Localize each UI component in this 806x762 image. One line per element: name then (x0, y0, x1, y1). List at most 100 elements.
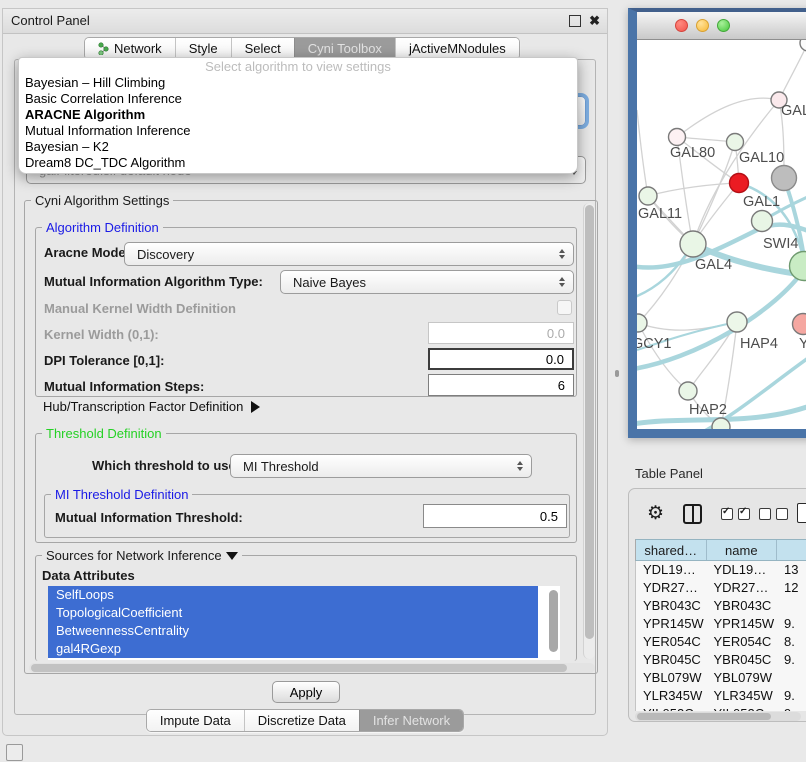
table-row[interactable]: YBL079WYBL079W (636, 669, 806, 687)
bottom-tab-bar: Impute DataDiscretize DataInfer Network (3, 709, 607, 732)
node-label: GCY1 (637, 336, 672, 352)
column-header[interactable]: name (707, 540, 778, 560)
table-cell: 9. (777, 615, 806, 633)
sources-title-text: Sources for Network Inference (46, 548, 222, 563)
network-node-gal80[interactable] (669, 129, 686, 146)
settings-vscroll-thumb[interactable] (585, 205, 594, 639)
panel-splitter-handle[interactable] (615, 370, 619, 377)
network-node-gal1[interactable] (730, 174, 749, 193)
mi-threshold-value: 0.5 (540, 509, 558, 524)
select-all-checks-icon[interactable] (721, 508, 750, 520)
bottom-tab-impute-data[interactable]: Impute Data (147, 710, 244, 731)
dropdown-item[interactable]: ARACNE Algorithm (19, 107, 577, 123)
network-node[interactable] (800, 40, 806, 51)
network-node-hap2[interactable] (679, 382, 697, 400)
mi-steps-input[interactable]: 6 (428, 374, 574, 396)
node-attribute-table[interactable]: shared…name YDL19…YDL19…13YDR27…YDR27…12… (635, 539, 806, 711)
table-cell: YIL052C (707, 705, 778, 711)
close-panel-icon[interactable]: ✖ (589, 12, 600, 29)
column-header[interactable] (777, 540, 806, 560)
list-vertical-scrollbar[interactable] (549, 590, 558, 652)
node-label: GAL1 (743, 194, 780, 210)
expanded-arrow-icon[interactable] (226, 552, 238, 560)
attribute-list-item[interactable]: gal4RGexp (48, 640, 538, 658)
split-columns-icon[interactable] (683, 504, 702, 524)
table-row[interactable]: YIL052CYIL052C9 (636, 705, 806, 711)
table-cell: YIL052C (636, 705, 707, 711)
apply-button[interactable]: Apply (272, 681, 340, 703)
minimize-window-icon[interactable] (696, 19, 709, 32)
network-node[interactable] (772, 166, 797, 191)
table-row[interactable]: YBR043CYBR043C (636, 597, 806, 615)
attribute-list-item[interactable]: TopologicalCoefficient (48, 604, 538, 622)
float-panel-icon[interactable] (569, 15, 581, 27)
node-label: GAL4 (695, 257, 732, 273)
mi-threshold-definition-group: MI Threshold Definition Mutual Informati… (44, 494, 570, 538)
network-nodes[interactable] (637, 40, 806, 429)
network-node-gcy1[interactable] (637, 314, 647, 332)
aracne-mode-value: Discovery (137, 247, 194, 262)
mi-algorithm-type-combobox[interactable]: Naive Bayes (280, 270, 574, 294)
which-threshold-combobox[interactable]: MI Threshold (230, 454, 532, 478)
table-cell: YPR145W (707, 615, 778, 633)
dropdown-item[interactable]: Bayesian – K2 (19, 139, 577, 155)
table-row[interactable]: YER054CYER054C8. (636, 633, 806, 651)
dropdown-item[interactable]: Mutual Information Inference (19, 123, 577, 139)
settings-horizontal-scrollbar[interactable] (29, 663, 595, 673)
settings-vertical-scrollbar[interactable] (583, 203, 595, 659)
table-cell: YDR27… (707, 579, 778, 597)
tab-network[interactable]: Network (85, 38, 175, 59)
settings-hscroll-thumb[interactable] (31, 664, 567, 672)
dpi-tolerance-input[interactable]: 0.0 (428, 348, 574, 370)
tab-cyni-toolbox[interactable]: Cyni Toolbox (294, 38, 395, 59)
tab-style[interactable]: Style (175, 38, 231, 59)
node-label: GAL10 (739, 150, 784, 166)
dropdown-item[interactable]: Bayesian – Hill Climbing (19, 75, 577, 91)
algorithm-definition-group: Algorithm Definition Aracne Mode: Discov… (35, 227, 577, 397)
table-cell (777, 597, 806, 615)
bottom-tab-infer-network[interactable]: Infer Network (359, 710, 463, 731)
table-row[interactable]: YPR145WYPR145W9. (636, 615, 806, 633)
network-node-gal10[interactable] (727, 134, 744, 151)
tab-label: Style (189, 41, 218, 56)
table-row[interactable]: YLR345WYLR345W9. (636, 687, 806, 705)
data-attributes-list[interactable]: SelfLoopsTopologicalCoefficientBetweenne… (48, 586, 560, 660)
table-horizontal-scrollbar[interactable] (635, 712, 801, 721)
tab-select[interactable]: Select (231, 38, 294, 59)
deselect-all-icon[interactable] (759, 508, 788, 520)
network-view-window[interactable]: GAL2GAL80GAL10GAL1GAL11SWI4GAL4GCY1HAP4Y… (628, 8, 806, 438)
close-window-icon[interactable] (675, 19, 688, 32)
file-icon[interactable] (797, 503, 806, 523)
bottom-tab-discretize-data[interactable]: Discretize Data (244, 710, 359, 731)
table-row[interactable]: YDL19…YDL19…13 (636, 561, 806, 579)
mi-threshold-input[interactable]: 0.5 (423, 504, 567, 528)
cyni-algorithm-settings-group: Cyni Algorithm Settings Algorithm Defini… (24, 200, 598, 674)
manual-kernel-width-checkbox[interactable] (557, 300, 572, 315)
kernel-width-label: Kernel Width (0,1): (44, 327, 159, 342)
network-node-swi4[interactable] (752, 211, 773, 232)
attribute-list-item[interactable]: SelfLoops (48, 586, 538, 604)
aracne-mode-combobox[interactable]: Discovery (124, 242, 574, 266)
table-row[interactable]: YBR045CYBR045C9. (636, 651, 806, 669)
dpi-tolerance-value: 0.0 (546, 352, 564, 367)
column-header[interactable]: shared… (636, 540, 707, 560)
network-node-gal4[interactable] (680, 231, 706, 257)
network-node[interactable] (712, 418, 730, 429)
hub-transcription-section-toggle[interactable]: Hub/Transcription Factor Definition (43, 399, 260, 414)
zoom-window-icon[interactable] (717, 19, 730, 32)
collapsed-arrow-icon[interactable] (251, 401, 260, 413)
attribute-list-item[interactable]: BetweennessCentrality (48, 622, 538, 640)
table-row[interactable]: YDR27…YDR27…12 (636, 579, 806, 597)
collapsed-panel-icon[interactable] (6, 744, 23, 761)
dropdown-item[interactable]: Basic Correlation Inference (19, 91, 577, 107)
network-node-gal11[interactable] (639, 187, 657, 205)
tab-jactivemnodules[interactable]: jActiveMNodules (395, 38, 519, 59)
network-node-y[interactable] (793, 314, 806, 335)
dropdown-item[interactable]: Dream8 DC_TDC Algorithm (19, 155, 577, 171)
network-node-hap4[interactable] (727, 312, 747, 332)
network-node-labels: GAL2GAL80GAL10GAL1GAL11SWI4GAL4GCY1HAP4Y… (637, 103, 806, 418)
kernel-width-input[interactable]: 0.0 (428, 322, 574, 344)
gear-icon[interactable]: ⚙ (647, 502, 664, 526)
combo-arrows-icon (517, 461, 523, 471)
network-canvas[interactable]: GAL2GAL80GAL10GAL1GAL11SWI4GAL4GCY1HAP4Y… (637, 40, 806, 429)
